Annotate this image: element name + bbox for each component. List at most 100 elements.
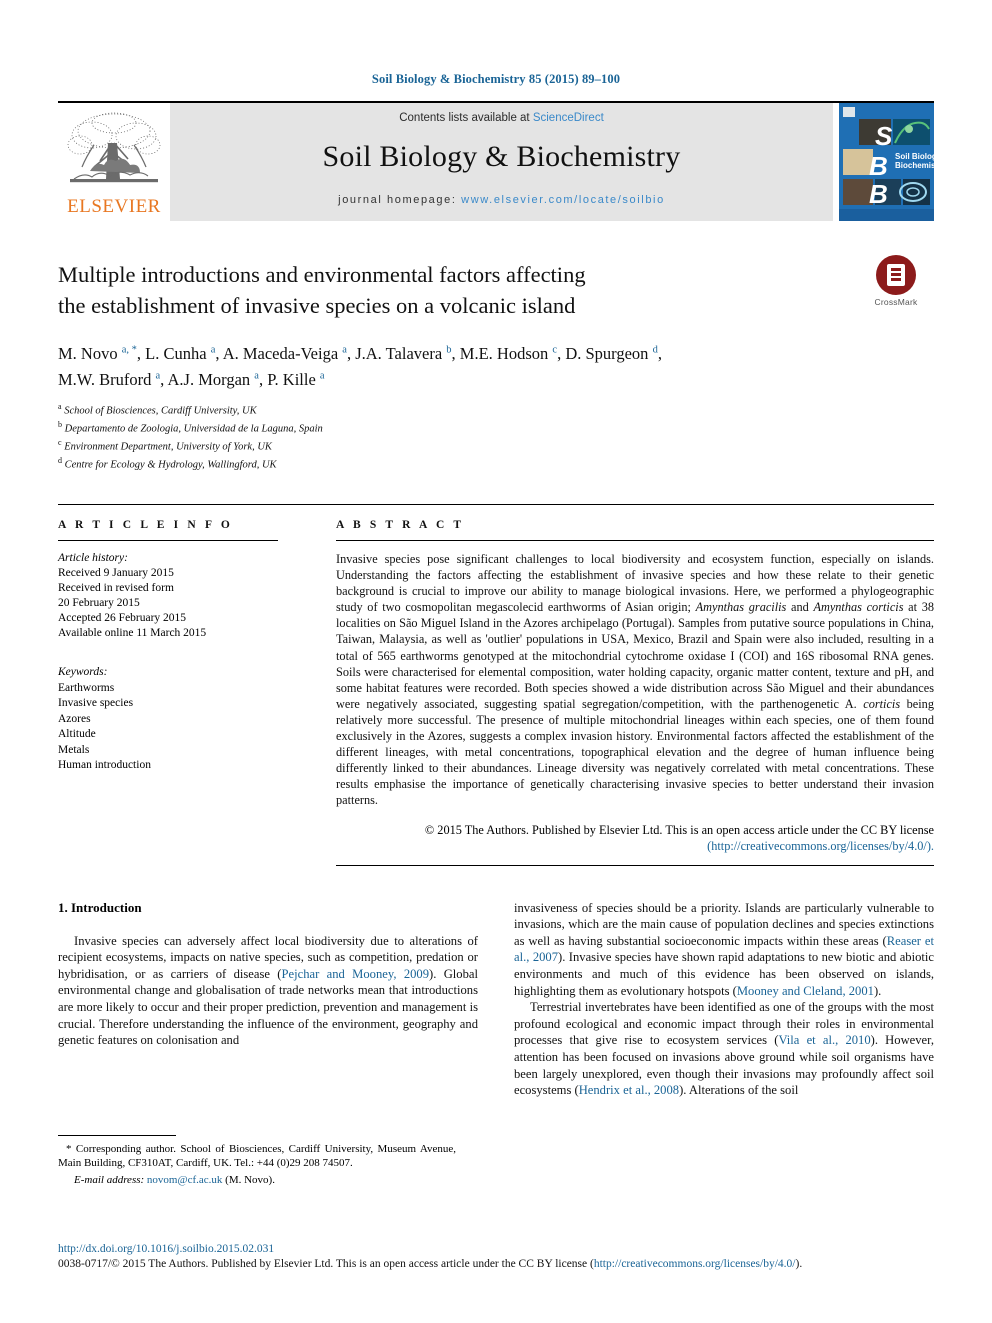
abstract-column: A B S T R A C T Invasive species pose si… [308, 505, 934, 866]
journal-homepage-line: journal homepage: www.elsevier.com/locat… [170, 194, 833, 206]
sciencedirect-link[interactable]: ScienceDirect [533, 112, 604, 124]
corresponding-email-line: E-mail address: novom@cf.ac.uk (M. Novo)… [58, 1173, 456, 1187]
article-history-item: Available online 11 March 2015 [58, 627, 207, 639]
keywords-lines: Earthworms Invasive species Azores Altitude… [58, 681, 278, 774]
crossmark-badge-group[interactable]: CrossMark [858, 255, 934, 307]
intro-paragraph-right-2: Terrestrial invertebrates have been iden… [514, 999, 934, 1099]
journal-masthead: ELSEVIER Contents lists available at Sci… [58, 101, 949, 221]
intro-paragraph-right-1: invasiveness of species should be a prio… [514, 900, 934, 1000]
author-name: P. Kille [267, 370, 320, 389]
issn-copyright-suffix: ). [795, 1258, 803, 1270]
footer-license-line: 0038-0717/© 2015 The Authors. Published … [58, 1257, 938, 1272]
cover-image: S B B Soil Biology & Biochemistry [839, 103, 949, 221]
crossmark-label: CrossMark [874, 297, 918, 307]
footer-cc-link[interactable]: http://creativecommons.org/licenses/by/4… [594, 1258, 796, 1270]
abstract-part-2: at 38 localities on São Miguel Island in… [336, 600, 934, 711]
intro-right-text-c: ). [873, 983, 882, 998]
corresponding-author-footnote: * Corresponding author. School of Biosci… [58, 1135, 456, 1187]
article-history-item: 20 February 2015 [58, 597, 140, 609]
elsevier-logo: ELSEVIER [58, 103, 170, 221]
author-affiliation-marker: a [155, 370, 161, 382]
section-heading-introduction: 1. Introduction [58, 899, 142, 915]
abstract-part-3: being relatively more successful. The pr… [336, 696, 934, 808]
author-affiliation-marker: a [342, 344, 347, 355]
elsevier-tree-icon [67, 112, 161, 183]
affiliation-marker: c [58, 438, 62, 447]
intro-right-text-a: invasiveness of species should be a prio… [514, 900, 934, 948]
page-footer: http://dx.doi.org/10.1016/j.soilbio.2015… [58, 1242, 938, 1272]
affiliation-item: a School of Biosciences, Cardiff Univers… [58, 402, 257, 417]
author-line-2: M.W. Bruford a, A.J. Morgan a, P. Kille … [58, 370, 325, 389]
author-name: M.W. Bruford [58, 370, 156, 389]
keyword-item: Altitude [58, 728, 96, 740]
intro-right2-text-c: ). Alterations of the soil [679, 1083, 799, 1098]
doi-link[interactable]: http://dx.doi.org/10.1016/j.soilbio.2015… [58, 1242, 938, 1257]
keyword-item: Invasive species [58, 697, 134, 709]
abstract-heading: A B S T R A C T [336, 519, 465, 531]
body-columns: 1. Introduction Invasive species can adv… [58, 900, 934, 1099]
affiliation-marker: d [58, 456, 62, 465]
svg-text:B: B [869, 179, 888, 209]
body-column-right: invasiveness of species should be a prio… [514, 900, 934, 1099]
article-info-column: A R T I C L E I N F O Article history: R… [58, 505, 308, 866]
author-name: M. Novo [58, 343, 122, 363]
article-history-item: Received 9 January 2015 [58, 567, 174, 579]
keywords-block: Keywords: Earthworms Invasive species Azor… [58, 665, 278, 774]
author-affiliation-marker: d [652, 344, 658, 355]
info-abstract-section: A R T I C L E I N F O Article history: R… [58, 504, 934, 866]
species-name-1: Amynthas gracilis [695, 600, 787, 615]
journal-homepage-url[interactable]: www.elsevier.com/locate/soilbio [461, 194, 665, 206]
abstract-divider [336, 540, 934, 541]
footnote-rule [58, 1135, 176, 1136]
svg-text:B: B [869, 151, 888, 181]
email-address-suffix: (M. Novo). [225, 1173, 275, 1186]
abstract-bottom-rule [336, 864, 934, 866]
citation-pejchar-mooney[interactable]: Pejchar and Mooney, 2009 [282, 967, 430, 981]
abstract-mid-1: and [786, 600, 814, 615]
citation-hendrix[interactable]: Hendrix et al., 2008 [579, 1083, 679, 1097]
email-address-link[interactable]: novom@cf.ac.uk [147, 1174, 223, 1186]
running-head: Soil Biology & Biochemistry 85 (2015) 89… [371, 72, 621, 86]
author-affiliation-marker: a [319, 370, 325, 382]
author-list: M. Novo a, *, L. Cunha a, A. Maceda-Veig… [58, 338, 838, 391]
author-name: A. Maceda-Veiga [222, 343, 343, 363]
author-name: L. Cunha [145, 343, 211, 363]
journal-title: Soil Biology & Biochemistry [322, 140, 681, 173]
affiliation-item: d Centre for Ecology & Hydrology, Wallin… [58, 456, 277, 471]
body-column-left: 1. Introduction Invasive species can adv… [58, 900, 478, 1099]
author-line-1: M. Novo a, *, L. Cunha a, A. Maceda-Veig… [58, 343, 662, 363]
homepage-prefix: journal homepage: [338, 194, 462, 206]
email-address-label: E-mail address: [74, 1173, 145, 1186]
affiliation-item: b Departamento de Zoologia, Universidad … [58, 420, 323, 435]
title-block: CrossMark Multiple introductions and env… [58, 255, 934, 472]
keywords-label: Keywords: [58, 666, 108, 678]
corresponding-author-text: * Corresponding author. School of Biosci… [58, 1143, 456, 1170]
contents-available-line: Contents lists available at ScienceDirec… [170, 112, 833, 124]
issn-copyright-text: 0038-0717/© 2015 The Authors. Published … [58, 1258, 594, 1270]
abstract-body: Invasive species pose significant challe… [336, 551, 934, 809]
article-page: Soil Biology & Biochemistry 85 (2015) 89… [0, 0, 992, 1323]
keyword-item: Metals [58, 743, 90, 756]
svg-text:Soil Biology &: Soil Biology & [895, 152, 934, 161]
keyword-item: Azores [58, 712, 91, 725]
citation-mooney-cleland[interactable]: Mooney and Cleland, 2001 [737, 984, 874, 998]
journal-cover-thumbnail: S B B Soil Biology & Biochemistry [839, 103, 949, 221]
masthead-center: Contents lists available at ScienceDirec… [170, 103, 833, 221]
author-affiliation-marker: a [210, 344, 216, 355]
citation-vila[interactable]: Vila et al., 2010 [778, 1033, 870, 1047]
species-name-2: Amynthas corticis [813, 600, 904, 615]
article-info-heading: A R T I C L E I N F O [58, 519, 233, 531]
author-name: D. Spurgeon [565, 343, 653, 363]
article-info-divider [58, 540, 278, 541]
crossmark-icon [876, 255, 916, 295]
cc-license-link[interactable]: (http://creativecommons.org/licenses/by/… [707, 839, 934, 853]
svg-text:S: S [875, 121, 893, 151]
affiliation-item: c Environment Department, University of … [58, 438, 272, 453]
author-affiliation-marker: a [254, 370, 259, 382]
abstract-copyright: © 2015 The Authors. Published by Elsevie… [336, 822, 934, 854]
svg-text:Biochemistry: Biochemistry [895, 161, 934, 170]
keyword-item: Earthworms [58, 681, 115, 694]
author-name: M.E. Hodson [459, 343, 553, 363]
elsevier-wordmark: ELSEVIER [67, 196, 161, 217]
author-affiliation-marker: b [446, 344, 452, 355]
